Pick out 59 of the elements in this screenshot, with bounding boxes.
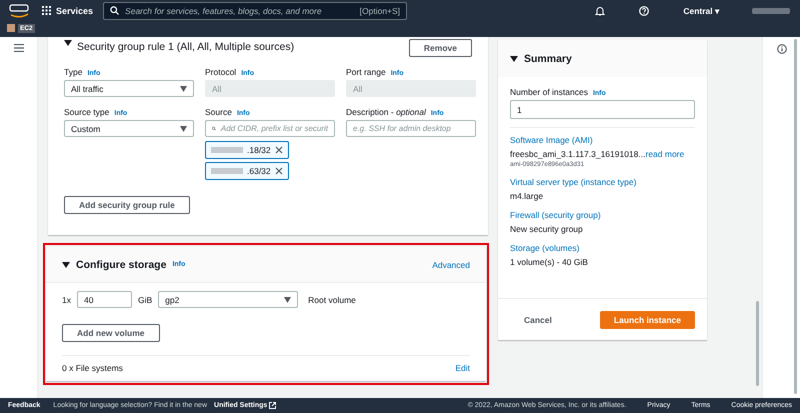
summary-link[interactable]: Storage (volumes): [510, 243, 695, 253]
grid-icon: [42, 6, 51, 15]
source-token[interactable]: .18/32: [205, 141, 289, 159]
rule-title: Security group rule 1 (All, All, Multiple sources): [77, 41, 294, 53]
account-menu[interactable]: [752, 8, 790, 14]
volume-type-select[interactable]: gp2: [158, 291, 298, 308]
ec2-icon: [7, 24, 15, 32]
dropdown-arrow-icon: [180, 126, 187, 132]
volume-label: Root volume: [308, 294, 356, 304]
bell-icon[interactable]: [595, 6, 606, 16]
close-icon[interactable]: [274, 167, 283, 175]
field-label: Source: [205, 107, 232, 117]
caret-icon[interactable]: [64, 39, 72, 47]
summary-title: Summary: [524, 52, 572, 64]
edit-link[interactable]: Edit: [455, 363, 470, 373]
scrollbar[interactable]: [756, 301, 759, 386]
instances-field[interactable]: 1: [510, 100, 695, 119]
caret-icon[interactable]: [510, 54, 518, 62]
cancel-button[interactable]: Cancel: [518, 314, 558, 326]
section-title: Configure storage: [76, 258, 166, 270]
summary-value: m4.large: [510, 191, 544, 201]
source-token[interactable]: .63/32: [205, 162, 289, 180]
help-icon[interactable]: [639, 6, 650, 16]
advanced-link[interactable]: Advanced: [432, 260, 470, 270]
select-field[interactable]: All traffic: [64, 80, 194, 97]
dropdown-arrow-icon: [284, 296, 292, 302]
volume-count: 1x: [62, 294, 71, 304]
unit-label: GiB: [138, 294, 152, 304]
field-label: Source type: [64, 107, 110, 117]
field-label: Protocol: [205, 67, 236, 77]
read-more-link[interactable]: read more: [645, 149, 684, 159]
services-menu[interactable]: Services: [42, 6, 94, 16]
file-systems-label: 0 x File systems: [62, 363, 123, 373]
add-rule-button[interactable]: Add security group rule: [64, 196, 190, 214]
region-menu[interactable]: Central ▾: [683, 6, 720, 16]
field-label: Description - optional: [346, 107, 426, 117]
size-field[interactable]: 40: [76, 291, 132, 308]
shortcut-hint: [Option+S]: [360, 6, 400, 16]
select-field[interactable]: Custom: [64, 120, 194, 137]
field-label: Number of instances: [510, 87, 588, 97]
remove-button[interactable]: Remove: [408, 39, 472, 57]
summary-value: New security group: [510, 224, 583, 234]
info-icon[interactable]: [776, 44, 786, 54]
menu-icon[interactable]: [14, 44, 24, 52]
external-link-icon: [269, 402, 276, 409]
caret-icon[interactable]: [62, 260, 70, 268]
summary-link[interactable]: Virtual server type (instance type): [510, 177, 695, 187]
close-icon[interactable]: [274, 146, 283, 154]
summary-link[interactable]: Software Image (AMI): [510, 135, 695, 145]
search-field[interactable]: Search for services, features, blogs, docs, and more [Option+S]: [103, 2, 408, 20]
summary-link[interactable]: Firewall (security group): [510, 210, 695, 220]
add-volume-button[interactable]: Add new volume: [62, 324, 160, 342]
field-label: Type: [64, 67, 82, 77]
dropdown-arrow-icon: [180, 86, 187, 92]
field-label: Port range: [346, 67, 386, 77]
scrollbar[interactable]: [794, 39, 797, 394]
search-icon: [110, 6, 120, 15]
summary-value: freesbc_ami_3.1.117.3_16191018...: [510, 149, 646, 159]
summary-value: 1 volume(s) - 40 GiB: [510, 257, 588, 267]
